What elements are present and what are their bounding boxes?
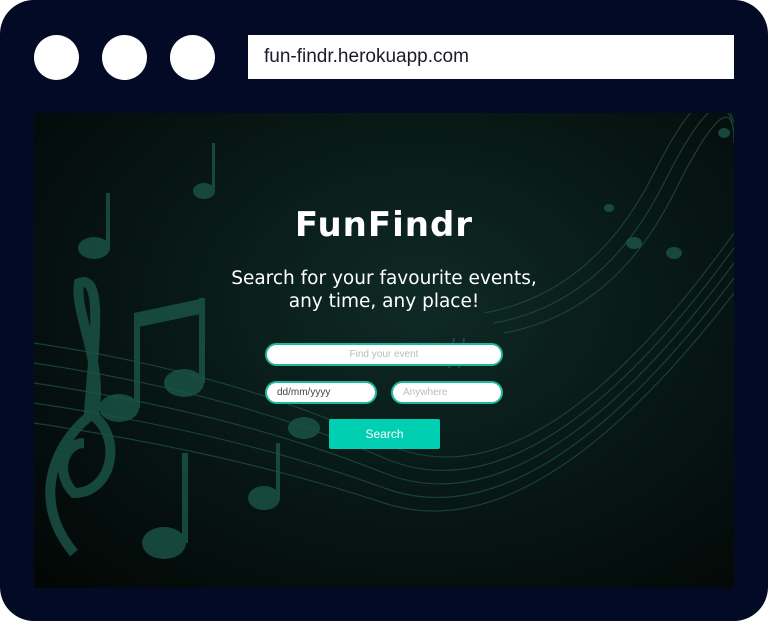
subtitle-line: any time, any place! <box>288 291 480 312</box>
browser-frame: fun-findr.herokuapp.com FunFindr Search … <box>0 0 768 621</box>
address-bar[interactable]: fun-findr.herokuapp.com <box>248 35 734 79</box>
date-input[interactable] <box>265 381 377 404</box>
location-input[interactable] <box>391 381 503 404</box>
page-subtitle: Search for your favourite events, any ti… <box>34 267 734 313</box>
event-search-input[interactable] <box>265 343 503 366</box>
window-dot-icon[interactable] <box>34 35 79 80</box>
window-dot-icon[interactable] <box>170 35 215 80</box>
search-button[interactable]: Search <box>329 419 440 449</box>
page-title: FunFindr <box>294 205 474 245</box>
window-dot-icon[interactable] <box>102 35 147 80</box>
subtitle-line: Search for your favourite events, <box>231 268 537 289</box>
page-content: FunFindr Search for your favourite event… <box>34 113 734 588</box>
